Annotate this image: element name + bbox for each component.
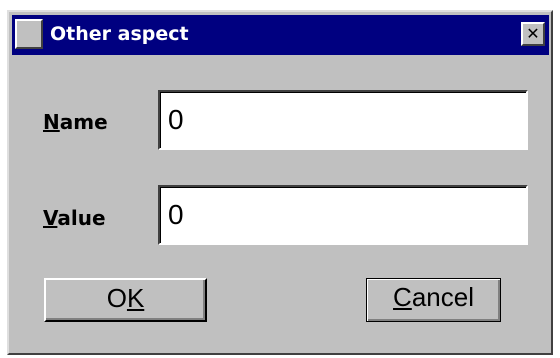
value-label-mnemonic: V [43, 206, 58, 230]
close-button[interactable]: ✕ [521, 22, 545, 46]
name-label: Name [43, 110, 108, 134]
ok-button-pre: O [106, 283, 127, 313]
value-label-rest: alue [57, 206, 106, 230]
ok-button-mnemonic: K [126, 283, 145, 313]
ok-button[interactable]: OK [44, 278, 207, 322]
close-icon: ✕ [526, 24, 540, 43]
name-label-mnemonic: N [43, 110, 60, 134]
value-input[interactable] [158, 185, 528, 245]
value-label: Value [43, 206, 106, 230]
cancel-button-mnemonic: C [393, 282, 412, 312]
other-aspect-dialog: Other aspect ✕ Name Value OK Cancel [7, 10, 553, 355]
name-label-rest: ame [59, 110, 108, 134]
cancel-button[interactable]: Cancel [366, 278, 501, 322]
cancel-button-rest: ancel [411, 282, 474, 312]
dialog-title: Other aspect [50, 23, 189, 45]
app-icon[interactable] [15, 19, 43, 49]
title-bar[interactable]: Other aspect ✕ [12, 15, 549, 55]
name-input[interactable] [158, 90, 528, 150]
